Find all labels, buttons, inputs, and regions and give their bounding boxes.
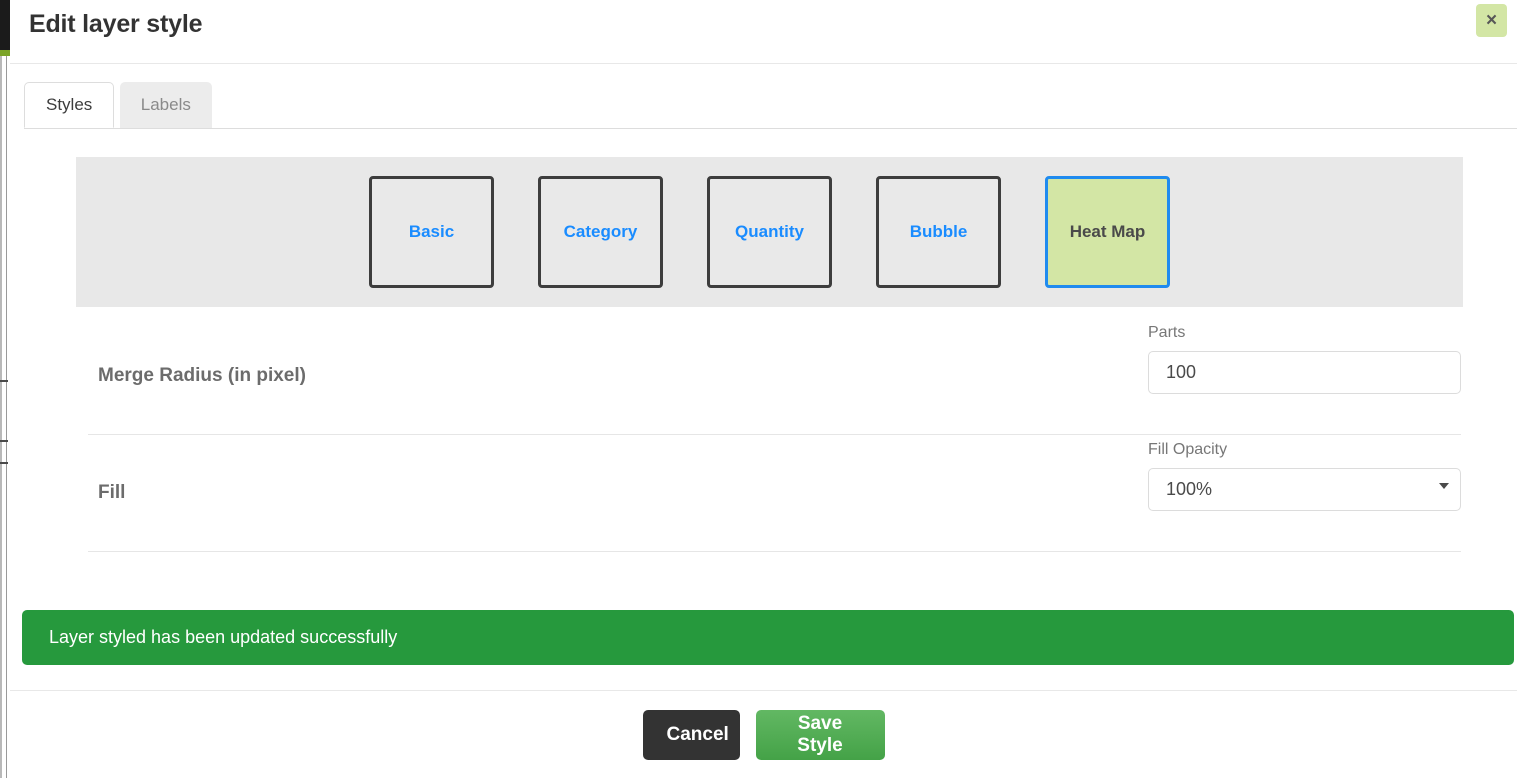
parts-field-block: Parts bbox=[1148, 324, 1461, 394]
style-card-heat-map[interactable]: Heat Map bbox=[1045, 176, 1170, 288]
close-icon[interactable]: × bbox=[1476, 4, 1507, 37]
modal-header: Edit layer style × bbox=[10, 0, 1517, 64]
background-page-header-strip bbox=[0, 0, 10, 50]
parts-label: Parts bbox=[1148, 324, 1186, 341]
style-card-category[interactable]: Category bbox=[538, 176, 663, 288]
tab-bar: Styles Labels bbox=[10, 82, 1517, 129]
edit-layer-style-modal: Edit layer style × Styles Labels Basic C… bbox=[10, 0, 1517, 778]
style-type-list: Basic Category Quantity Bubble Heat Map bbox=[76, 157, 1463, 307]
modal-footer: Cancel Save Style bbox=[10, 690, 1517, 778]
style-card-basic[interactable]: Basic bbox=[369, 176, 494, 288]
fill-opacity-select-wrap[interactable]: 100% bbox=[1148, 468, 1461, 511]
style-card-quantity[interactable]: Quantity bbox=[707, 176, 832, 288]
background-page-edge bbox=[0, 56, 2, 778]
page-title: Edit layer style bbox=[29, 10, 203, 38]
background-tick-1 bbox=[0, 380, 8, 382]
merge-radius-label: Merge Radius (in pixel) bbox=[98, 365, 306, 386]
footer-button-group: Cancel Save Style bbox=[10, 710, 1517, 760]
form-row-merge-radius: Merge Radius (in pixel) Parts bbox=[88, 318, 1461, 435]
fill-label: Fill bbox=[98, 482, 126, 503]
save-style-button[interactable]: Save Style bbox=[755, 710, 885, 760]
style-type-panel: Basic Category Quantity Bubble Heat Map bbox=[76, 157, 1463, 307]
fill-opacity-field-block: Fill Opacity 100% bbox=[1148, 441, 1461, 511]
fill-opacity-select[interactable]: 100% bbox=[1148, 468, 1461, 511]
style-options-form: Merge Radius (in pixel) Parts Fill Fill … bbox=[88, 318, 1461, 552]
tab-styles[interactable]: Styles bbox=[24, 82, 115, 128]
tab-labels[interactable]: Labels bbox=[119, 82, 212, 128]
background-page-divider bbox=[6, 56, 7, 778]
cancel-button[interactable]: Cancel bbox=[642, 710, 740, 760]
background-tick-3 bbox=[0, 462, 8, 464]
parts-input[interactable] bbox=[1148, 351, 1461, 394]
background-tick-2 bbox=[0, 440, 8, 442]
app-root: Edit layer style × Styles Labels Basic C… bbox=[0, 0, 1517, 778]
style-card-bubble[interactable]: Bubble bbox=[876, 176, 1001, 288]
fill-opacity-label: Fill Opacity bbox=[1148, 441, 1228, 458]
status-alert-success: Layer styled has been updated successful… bbox=[22, 610, 1514, 665]
form-row-fill: Fill Fill Opacity 100% bbox=[88, 435, 1461, 552]
